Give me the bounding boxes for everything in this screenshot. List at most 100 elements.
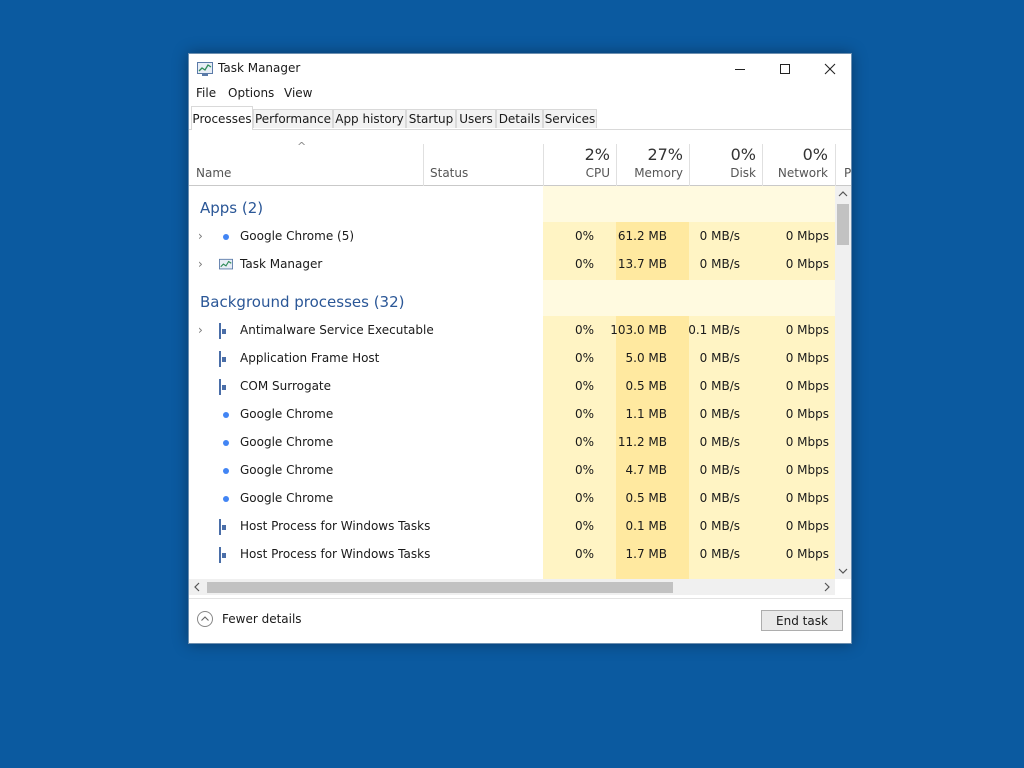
tab-processes[interactable]: Processes (191, 106, 253, 130)
process-cpu-value: 0% (574, 407, 594, 421)
process-memory-value: 0.5 MB (625, 379, 667, 393)
task-manager-icon (197, 62, 213, 76)
process-row[interactable]: Host Process for Windows Tasks 0% 1.7 MB 0 … (189, 541, 835, 569)
process-network-value: 0 Mbps (785, 351, 829, 365)
process-memory-value: 1.7 MB (625, 547, 667, 561)
expand-chevron-icon[interactable]: › (198, 229, 203, 243)
column-status[interactable]: Status (430, 166, 468, 180)
process-disk-value: 0 MB/s (699, 491, 740, 505)
disk-label: Disk (730, 166, 756, 180)
task-manager-window: Task Manager File Options View Processes… (188, 53, 852, 644)
process-memory-value: 0.5 MB (625, 491, 667, 505)
process-disk-value: 0 MB/s (699, 435, 740, 449)
title-bar[interactable]: Task Manager (189, 54, 851, 84)
process-network-value: 0 Mbps (785, 229, 829, 243)
service-window-icon (219, 379, 221, 395)
column-divider[interactable] (423, 144, 424, 186)
menu-view[interactable]: View (284, 86, 312, 100)
process-cpu-value: 0% (574, 491, 594, 505)
window-title: Task Manager (218, 61, 301, 75)
cpu-total: 2% (584, 145, 610, 164)
process-row[interactable]: Google Chrome 0% 4.7 MB 0 MB/s 0 Mbps (189, 457, 835, 485)
fewer-details-label[interactable]: Fewer details (222, 612, 302, 626)
tab-startup[interactable]: Startup (406, 109, 456, 128)
process-row[interactable]: Application Frame Host 0% 5.0 MB 0 MB/s 0 Mb… (189, 345, 835, 373)
maximize-icon (780, 64, 790, 74)
process-disk-value: 0.1 MB/s (688, 323, 740, 337)
close-button[interactable] (807, 54, 853, 84)
vertical-scrollbar[interactable] (835, 186, 851, 579)
footer-bar: Fewer details End task (189, 598, 851, 644)
group-title: Apps (2) (200, 199, 264, 217)
process-disk-value: 0 MB/s (699, 229, 740, 243)
process-row[interactable]: › Antimalware Service Executable 0% 103.0 M… (189, 317, 835, 345)
process-cpu-value: 0% (574, 351, 594, 365)
scroll-down-icon[interactable] (838, 567, 848, 575)
group-heat-band (543, 280, 835, 316)
process-memory-value: 5.0 MB (625, 351, 667, 365)
process-row[interactable]: Host Process for Windows Tasks 0% 0.1 MB 0 … (189, 513, 835, 541)
end-task-button[interactable]: End task (761, 610, 843, 631)
maximize-button[interactable] (762, 54, 808, 84)
memory-label: Memory (634, 166, 683, 180)
tab-details[interactable]: Details (496, 109, 543, 128)
minimize-icon (735, 69, 745, 70)
group-header[interactable]: Background processes (32) (189, 280, 835, 316)
column-power-cut[interactable]: P (844, 166, 851, 180)
process-disk-value: 0 MB/s (699, 463, 740, 477)
tab-strip: Processes Performance App history Startu… (189, 106, 851, 130)
process-network-value: 0 Mbps (785, 463, 829, 477)
sort-up-icon: ^ (297, 140, 307, 153)
disk-total: 0% (730, 145, 756, 164)
vertical-scroll-thumb[interactable] (837, 204, 849, 245)
process-row[interactable]: Google Chrome 0% 11.2 MB 0 MB/s 0 Mbps (189, 429, 835, 457)
expand-chevron-icon[interactable]: › (198, 323, 203, 337)
close-icon (824, 63, 836, 75)
process-memory-value: 1.1 MB (625, 407, 667, 421)
column-divider[interactable] (762, 144, 763, 186)
tab-app-history[interactable]: App history (333, 109, 406, 128)
column-name[interactable]: Name (196, 166, 231, 180)
process-disk-value: 0 MB/s (699, 257, 740, 271)
process-row[interactable]: Google Chrome 0% 0.5 MB 0 MB/s 0 Mbps (189, 485, 835, 513)
horizontal-scroll-thumb[interactable] (207, 582, 673, 593)
process-row[interactable]: COM Surrogate 0% 0.5 MB 0 MB/s 0 Mbps (189, 373, 835, 401)
group-header[interactable]: Apps (2) (189, 186, 835, 222)
process-row[interactable]: › Task Manager 0% 13.7 MB 0 MB/s 0 Mbps (189, 251, 835, 279)
minimize-button[interactable] (717, 54, 763, 84)
process-cpu-value: 0% (574, 547, 594, 561)
scroll-right-icon[interactable] (823, 582, 831, 592)
column-divider[interactable] (543, 144, 544, 186)
expand-chevron-icon[interactable]: › (198, 257, 203, 271)
process-disk-value: 0 MB/s (699, 547, 740, 561)
horizontal-scrollbar[interactable] (189, 579, 835, 595)
process-row[interactable]: Google Chrome 0% 1.1 MB 0 MB/s 0 Mbps (189, 401, 835, 429)
process-row[interactable]: › Google Chrome (5) 0% 61.2 MB 0 MB/s 0 Mbps (189, 223, 835, 251)
process-disk-value: 0 MB/s (699, 407, 740, 421)
process-name: Host Process for Windows Tasks (240, 547, 431, 561)
process-memory-value: 0.1 MB (625, 519, 667, 533)
tab-services[interactable]: Services (543, 109, 597, 128)
process-name: Antimalware Service Executable (240, 323, 434, 337)
process-disk-value: 0 MB/s (699, 379, 740, 393)
column-divider[interactable] (835, 144, 836, 186)
tab-users[interactable]: Users (456, 109, 496, 128)
process-list: Apps (2) › Google Chrome (5) 0% 61.2 MB 0 MB/… (189, 186, 835, 579)
chevron-up-icon[interactable] (197, 611, 213, 627)
process-network-value: 0 Mbps (785, 323, 829, 337)
process-name: Google Chrome (240, 407, 334, 421)
tab-performance[interactable]: Performance (253, 109, 333, 128)
service-window-icon (219, 519, 221, 535)
menu-options[interactable]: Options (228, 86, 274, 100)
column-header: ^ Name Status 2% CPU 27% Memory 0% Disk … (189, 130, 851, 186)
process-cpu-value: 0% (574, 323, 594, 337)
scroll-up-icon[interactable] (838, 190, 848, 198)
process-disk-value: 0 MB/s (699, 351, 740, 365)
process-memory-value: 103.0 MB (610, 323, 667, 337)
menu-file[interactable]: File (196, 86, 216, 100)
column-divider[interactable] (689, 144, 690, 186)
process-network-value: 0 Mbps (785, 257, 829, 271)
scroll-left-icon[interactable] (193, 582, 201, 592)
column-divider[interactable] (616, 144, 617, 186)
memory-total: 27% (647, 145, 683, 164)
